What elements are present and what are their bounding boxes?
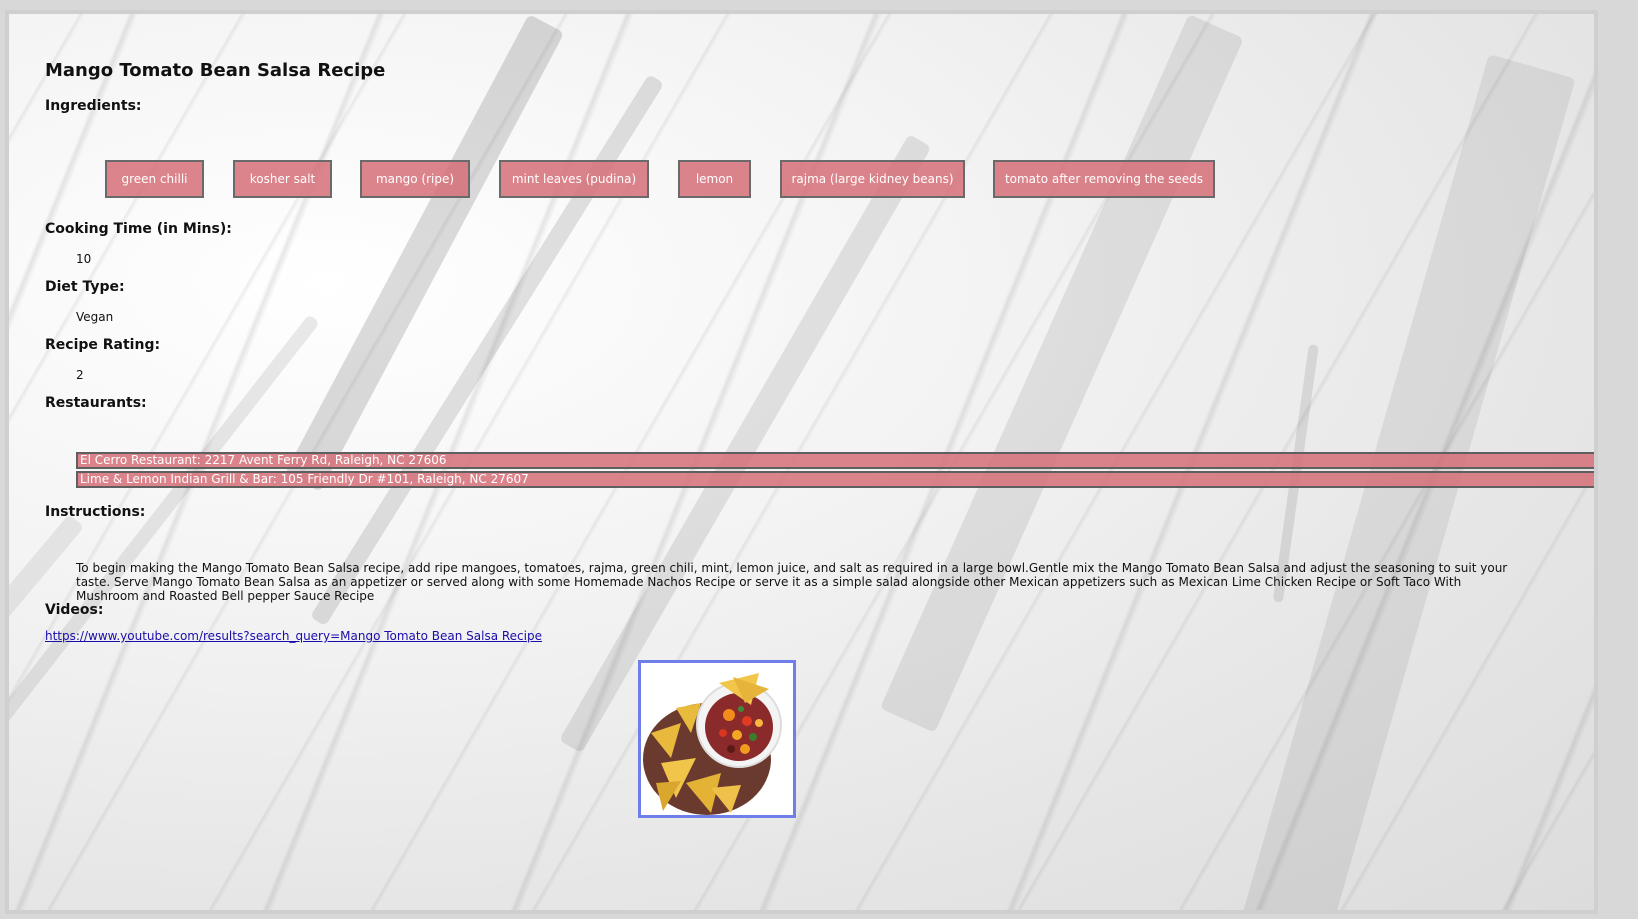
rating-value: 2	[76, 368, 84, 382]
video-link[interactable]: https://www.youtube.com/results?search_q…	[45, 629, 542, 643]
page-title: Mango Tomato Bean Salsa Recipe	[45, 60, 386, 81]
ingredient-chip[interactable]: mango (ripe)	[360, 160, 470, 198]
restaurant-row[interactable]: Lime & Lemon Indian Grill & Bar: 105 Fri…	[76, 471, 1594, 488]
ingredient-chip[interactable]: tomato after removing the seeds	[993, 160, 1215, 198]
cooking-time-heading: Cooking Time (in Mins):	[45, 221, 232, 237]
ingredient-chip[interactable]: lemon	[678, 160, 751, 198]
rating-heading: Recipe Rating:	[45, 337, 161, 353]
recipe-content: Mango Tomato Bean Salsa Recipe Ingredien…	[9, 14, 1594, 910]
ingredient-chip[interactable]: mint leaves (pudina)	[499, 160, 649, 198]
restaurants-heading: Restaurants:	[45, 395, 147, 411]
instructions-heading: Instructions:	[45, 504, 146, 520]
ingredient-chip[interactable]: green chilli	[105, 160, 204, 198]
salsa-bowl-image	[641, 663, 793, 815]
ingredients-heading: Ingredients:	[45, 98, 142, 114]
page-frame: Mango Tomato Bean Salsa Recipe Ingredien…	[5, 10, 1598, 914]
instructions-text: To begin making the Mango Tomato Bean Sa…	[76, 561, 1508, 603]
diet-type-heading: Diet Type:	[45, 279, 125, 295]
restaurant-row[interactable]: El Cerro Restaurant: 2217 Avent Ferry Rd…	[76, 452, 1594, 469]
videos-heading: Videos:	[45, 602, 104, 618]
diet-type-value: Vegan	[76, 310, 114, 324]
ingredient-chip[interactable]: rajma (large kidney beans)	[780, 160, 965, 198]
recipe-photo	[638, 660, 796, 818]
cooking-time-value: 10	[76, 252, 92, 266]
ingredient-chip[interactable]: kosher salt	[233, 160, 332, 198]
